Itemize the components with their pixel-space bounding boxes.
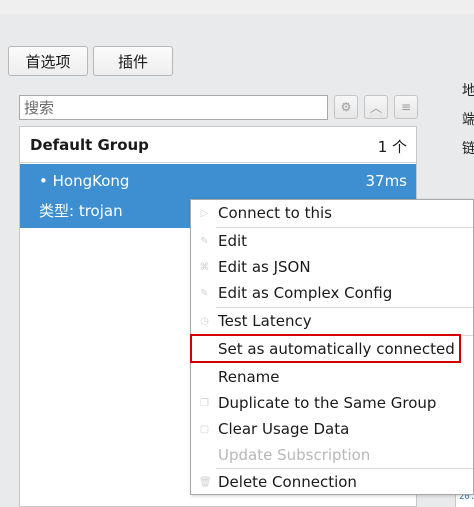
search-input[interactable] [19,95,328,120]
menu-item-label: Clear Usage Data [218,420,350,438]
group-name: Default Group [30,136,149,154]
menu-dropdown-icon: ≡ [400,100,412,114]
menu-item-clear-usage[interactable]: ▢ Clear Usage Data [191,417,473,443]
gear-icon: ⚙ [340,100,352,114]
edit-complex-icon: ✎ [200,288,209,299]
group-header[interactable]: Default Group 1 个 [20,127,416,163]
plugins-button[interactable]: 插件 [93,46,173,76]
connection-latency: 37ms [365,172,407,190]
menu-dropdown-button[interactable]: ≡ [394,95,418,119]
connection-name: • HongKong [39,172,130,190]
preferences-label: 首选项 [25,52,71,71]
menu-item-label: Edit as Complex Config [218,284,393,302]
side-label-link: 链 [462,141,474,157]
menu-item-delete[interactable]: 🗑 Delete Connection [191,470,473,496]
menu-item-label: Connect to this [218,204,332,222]
menu-item-update-subscription: Update Subscription [191,443,473,469]
group-count: 1 个 [377,138,407,156]
clear-icon: ▢ [199,424,210,435]
settings-button[interactable]: ⚙ [334,95,358,119]
menu-item-connect[interactable]: ▷ Connect to this [191,201,473,227]
menu-item-label: Rename [218,368,280,386]
latency-icon: ◷ [200,316,209,327]
menu-item-rename[interactable]: Rename [191,365,473,391]
menu-separator [216,227,473,228]
menu-item-label: Edit as JSON [218,258,311,276]
chevron-up-icon: ︿ [369,100,382,115]
menu-item-label: Edit [218,232,248,250]
menu-item-edit-complex[interactable]: ✎ Edit as Complex Config [191,281,473,307]
menu-item-edit-json[interactable]: ⌘ Edit as JSON [191,255,473,281]
delete-icon: 🗑 [199,477,212,488]
menu-item-label: Delete Connection [218,473,357,491]
side-label-address: 地 [462,83,474,99]
window-top-strip [0,0,474,14]
menu-item-label: Update Subscription [218,446,371,464]
menu-separator [216,468,473,469]
menu-item-label: Duplicate to the Same Group [218,394,437,412]
side-label-port: 端 [462,112,474,128]
duplicate-icon: ❐ [200,398,209,409]
preferences-button[interactable]: 首选项 [8,46,88,76]
connection-type: 类型: trojan [39,202,123,220]
play-icon: ▷ [200,208,209,219]
highlight-annotation-box [190,334,461,363]
menu-separator [216,307,473,308]
menu-item-label: Test Latency [218,312,312,330]
menu-item-test-latency[interactable]: ◷ Test Latency [191,309,473,335]
json-icon: ⌘ [199,262,210,273]
menu-item-duplicate[interactable]: ❐ Duplicate to the Same Group [191,391,473,417]
collapse-up-button[interactable]: ︿ [364,95,388,119]
edit-icon: ✎ [200,236,209,247]
menu-item-edit[interactable]: ✎ Edit [191,229,473,255]
plugins-label: 插件 [117,52,148,71]
